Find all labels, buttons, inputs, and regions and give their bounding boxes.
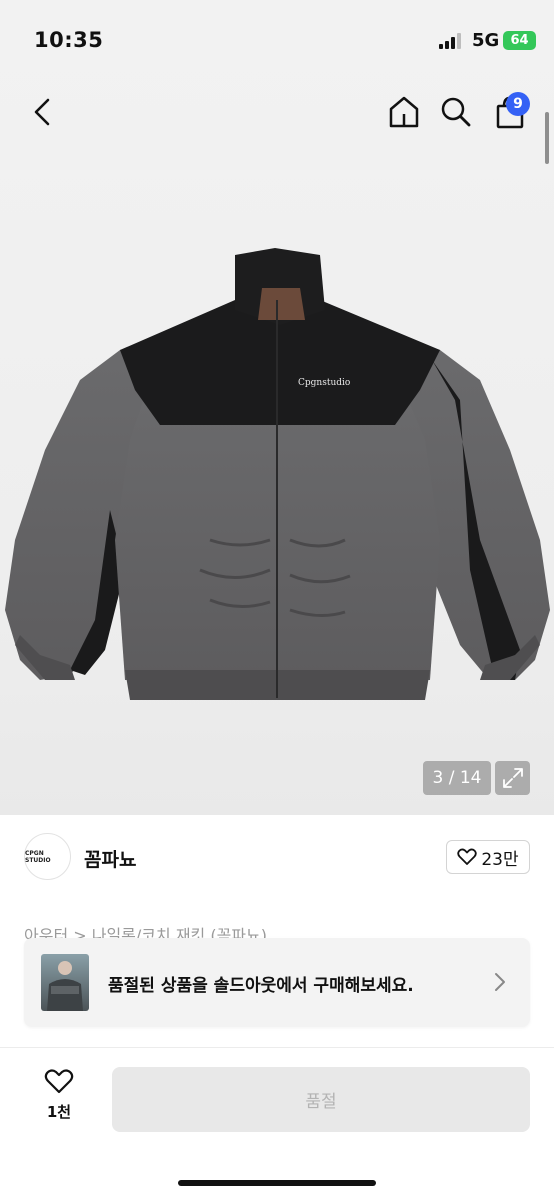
- heart-icon: [457, 848, 478, 865]
- cart-badge: 9: [506, 92, 530, 116]
- scroll-indicator: [545, 112, 549, 164]
- brand-like-count: 23만: [481, 849, 519, 870]
- bottom-bar-divider: [0, 1047, 554, 1048]
- soldout-button[interactable]: 품절: [112, 1067, 530, 1132]
- expand-icon: [502, 768, 523, 788]
- status-bar: 10:35 5G 64: [0, 0, 554, 80]
- home-indicator: [178, 1180, 376, 1186]
- banner-message: 품절된 상품을 솔드아웃에서 구매해보세요.: [108, 976, 414, 996]
- network-type: 5G: [472, 30, 500, 51]
- status-time: 10:35: [34, 28, 104, 52]
- chevron-right-icon: [495, 973, 505, 991]
- banner-thumbnail: [41, 954, 89, 1011]
- home-icon: [389, 96, 419, 128]
- seller-name[interactable]: 꼼파뇨: [84, 845, 136, 872]
- soldout-banner[interactable]: 품절된 상품을 솔드아웃에서 구매해보세요.: [24, 938, 530, 1027]
- seller-logo: CPGN STUDIO: [24, 833, 71, 880]
- fullscreen-button[interactable]: [495, 761, 530, 795]
- wishlist-count: 1천: [46, 1103, 72, 1121]
- signal-icon: [439, 33, 461, 49]
- back-button[interactable]: [24, 92, 60, 132]
- search-icon: [441, 97, 471, 127]
- home-button[interactable]: [384, 92, 424, 132]
- wishlist-button[interactable]: 1천: [30, 1068, 88, 1130]
- brand-like-button[interactable]: 23만: [446, 840, 530, 874]
- chevron-left-icon: [34, 98, 50, 126]
- battery-icon: 64: [503, 31, 536, 50]
- search-button[interactable]: [436, 92, 476, 132]
- product-image: Cpgnstudio: [5, 248, 550, 700]
- svg-text:Cpgnstudio: Cpgnstudio: [298, 378, 350, 388]
- image-counter: 3 / 14: [423, 761, 491, 795]
- heart-icon: [44, 1069, 74, 1094]
